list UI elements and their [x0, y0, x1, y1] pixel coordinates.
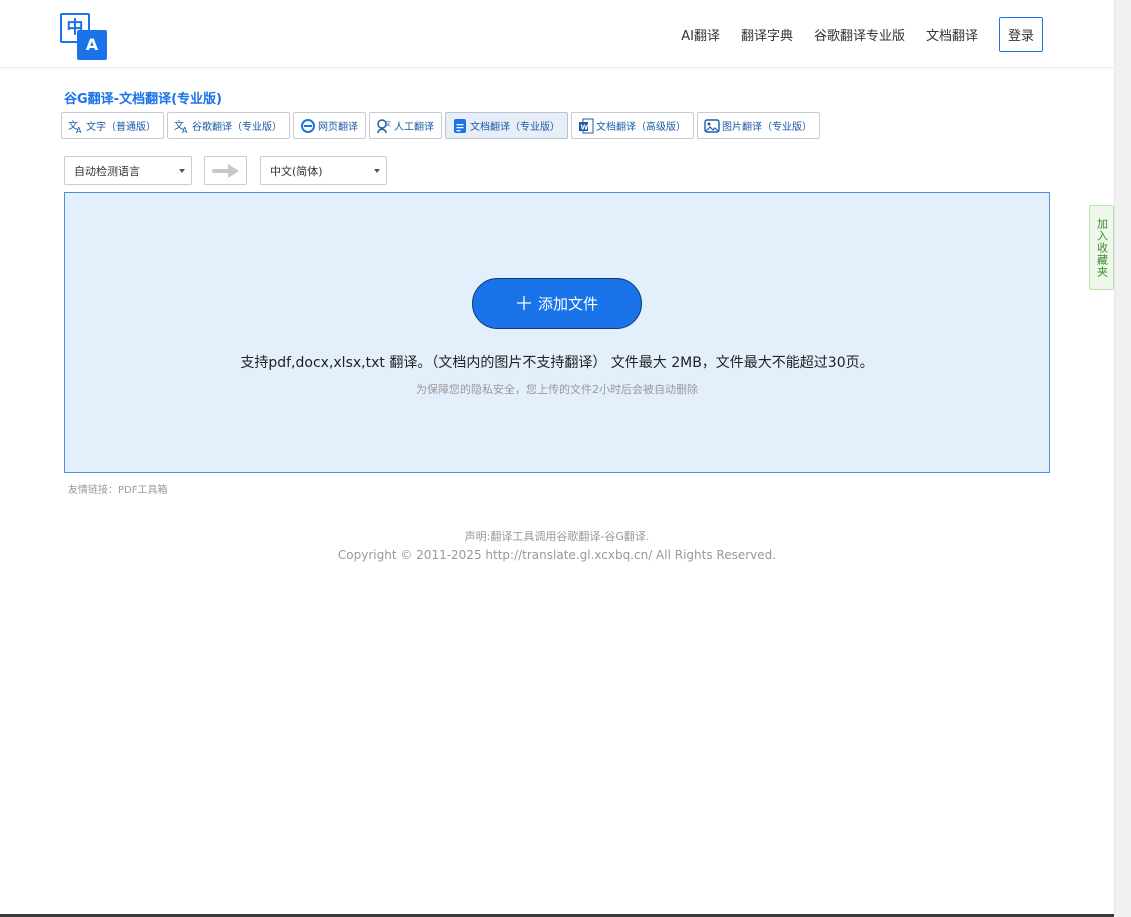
footer-copyright: Copyright © 2011-2025 http://translate.g…	[337, 548, 777, 562]
tab-web-translate[interactable]: 网页翻译	[293, 112, 366, 139]
nav-ai-translate[interactable]: AI翻译	[681, 25, 720, 44]
text-translate-icon: 文A	[174, 118, 190, 134]
svg-text:文: 文	[385, 120, 391, 128]
tab-label: 文档翻译（专业版）	[470, 122, 560, 133]
target-language-select[interactable]: 中文(简体)	[260, 156, 387, 185]
tab-label: 人工翻译	[394, 122, 434, 133]
human-translate-icon: 文	[376, 118, 392, 134]
supported-formats-text: 支持pdf,docx,xlsx,txt 翻译。（文档内的图片不支持翻译） 文件最…	[240, 355, 874, 371]
tab-text-normal[interactable]: 文A 文字（普通版）	[61, 112, 164, 139]
svg-text:W: W	[581, 123, 589, 131]
file-upload-dropzone[interactable]: 添加文件 支持pdf,docx,xlsx,txt 翻译。（文档内的图片不支持翻译…	[64, 192, 1050, 473]
svg-text:A: A	[76, 126, 82, 134]
tab-label: 文档翻译（高级版）	[596, 122, 686, 133]
add-to-favorites-button[interactable]: 加入收藏夹	[1089, 205, 1114, 290]
login-button[interactable]: 登录	[999, 17, 1043, 52]
site-header: 中 A AI翻译 翻译字典 谷歌翻译专业版 文档翻译 登录	[0, 0, 1114, 68]
nav-doc-translate[interactable]: 文档翻译	[926, 25, 978, 44]
tab-label: 图片翻译（专业版）	[722, 122, 812, 133]
add-file-label: 添加文件	[537, 295, 598, 313]
svg-text:A: A	[182, 126, 188, 134]
image-icon	[704, 118, 720, 134]
friend-links[interactable]: 友情链接：PDF工具箱	[68, 481, 167, 496]
footer-declaration: 声明:翻译工具调用谷歌翻译-谷G翻译.	[464, 530, 650, 543]
word-document-icon: W	[578, 118, 594, 134]
page-title: 谷G翻译-文档翻译(专业版)	[64, 92, 222, 107]
nav-dictionary[interactable]: 翻译字典	[741, 25, 793, 44]
target-language-value: 中文(简体)	[270, 164, 323, 178]
source-language-select[interactable]: 自动检测语言	[64, 156, 192, 185]
browser-e-icon	[300, 118, 316, 134]
chevron-down-icon	[179, 169, 185, 173]
tab-doc-advanced[interactable]: W 文档翻译（高级版）	[571, 112, 694, 139]
tab-google-pro[interactable]: 文A 谷歌翻译（专业版）	[167, 112, 290, 139]
plus-icon	[516, 294, 532, 314]
tab-label: 谷歌翻译（专业版）	[192, 122, 282, 133]
swap-language-button[interactable]	[204, 156, 247, 185]
scrollbar-thumb[interactable]	[1118, 2, 1128, 912]
privacy-notice: 为保障您的隐私安全，您上传的文件2小时后会被自动删除	[416, 383, 698, 396]
tab-label: 网页翻译	[318, 122, 358, 133]
tab-label: 文字（普通版）	[86, 122, 156, 133]
tab-doc-pro[interactable]: 文档翻译（专业版）	[445, 112, 568, 139]
tab-human-translate[interactable]: 文 人工翻译	[369, 112, 442, 139]
logo-a-glyph: A	[77, 30, 107, 60]
arrow-right-icon	[211, 163, 239, 178]
source-language-value: 自动检测语言	[74, 164, 140, 178]
nav-google-pro[interactable]: 谷歌翻译专业版	[814, 25, 905, 44]
chevron-down-icon	[374, 169, 380, 173]
text-translate-icon: 文A	[68, 118, 84, 134]
tab-image-pro[interactable]: 图片翻译（专业版）	[697, 112, 820, 139]
document-icon	[452, 118, 468, 134]
top-nav: AI翻译 翻译字典 谷歌翻译专业版 文档翻译 登录	[660, 17, 1043, 52]
translate-mode-tabs: 文A 文字（普通版） 文A 谷歌翻译（专业版） 网页翻译 文 人工翻译 文档翻译…	[61, 112, 820, 139]
site-logo[interactable]: 中 A	[60, 13, 108, 60]
vertical-scrollbar[interactable]	[1114, 0, 1131, 917]
add-file-button[interactable]: 添加文件	[472, 278, 642, 329]
